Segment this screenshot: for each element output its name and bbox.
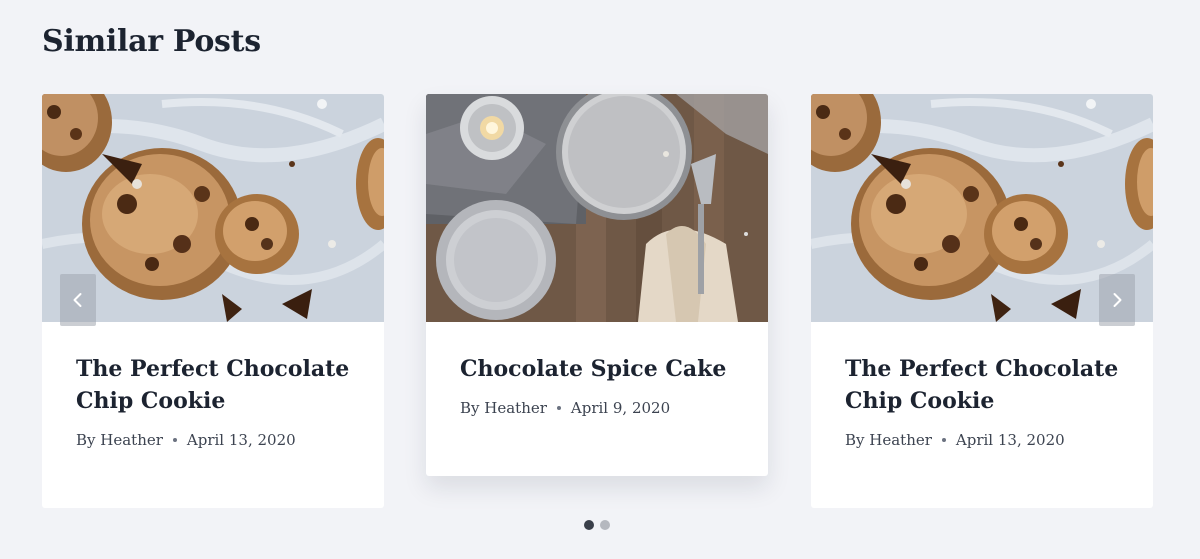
pagination-dot-2[interactable] [600, 520, 610, 530]
chevron-right-icon [1107, 290, 1127, 310]
post-author: By Heather [76, 431, 163, 449]
chevron-left-icon [68, 290, 88, 310]
post-author: By Heather [845, 431, 932, 449]
meta-separator [172, 438, 177, 442]
post-date: April 13, 2020 [186, 431, 296, 449]
post-card-body: Chocolate Spice Cake By Heather April 9,… [426, 322, 768, 417]
post-meta: By Heather April 9, 2020 [460, 399, 734, 417]
post-card-body: The Perfect Chocolate Chip Cookie By Hea… [811, 322, 1153, 449]
post-title[interactable]: The Perfect Chocolate Chip Cookie [76, 353, 350, 417]
section-title: Similar Posts [42, 24, 261, 59]
carousel-next-button[interactable] [1099, 274, 1135, 326]
meta-separator [556, 406, 561, 410]
post-date: April 9, 2020 [570, 399, 671, 417]
carousel-pagination [584, 520, 610, 530]
pagination-dot-1[interactable] [584, 520, 594, 530]
post-title[interactable]: Chocolate Spice Cake [460, 353, 734, 385]
post-thumbnail[interactable] [426, 94, 768, 322]
post-author: By Heather [460, 399, 547, 417]
post-card[interactable]: Chocolate Spice Cake By Heather April 9,… [426, 94, 768, 476]
post-date: April 13, 2020 [955, 431, 1065, 449]
carousel-prev-button[interactable] [60, 274, 96, 326]
post-title[interactable]: The Perfect Chocolate Chip Cookie [845, 353, 1119, 417]
post-meta: By Heather April 13, 2020 [76, 431, 350, 449]
post-card-body: The Perfect Chocolate Chip Cookie By Hea… [42, 322, 384, 449]
post-meta: By Heather April 13, 2020 [845, 431, 1119, 449]
meta-separator [941, 438, 946, 442]
